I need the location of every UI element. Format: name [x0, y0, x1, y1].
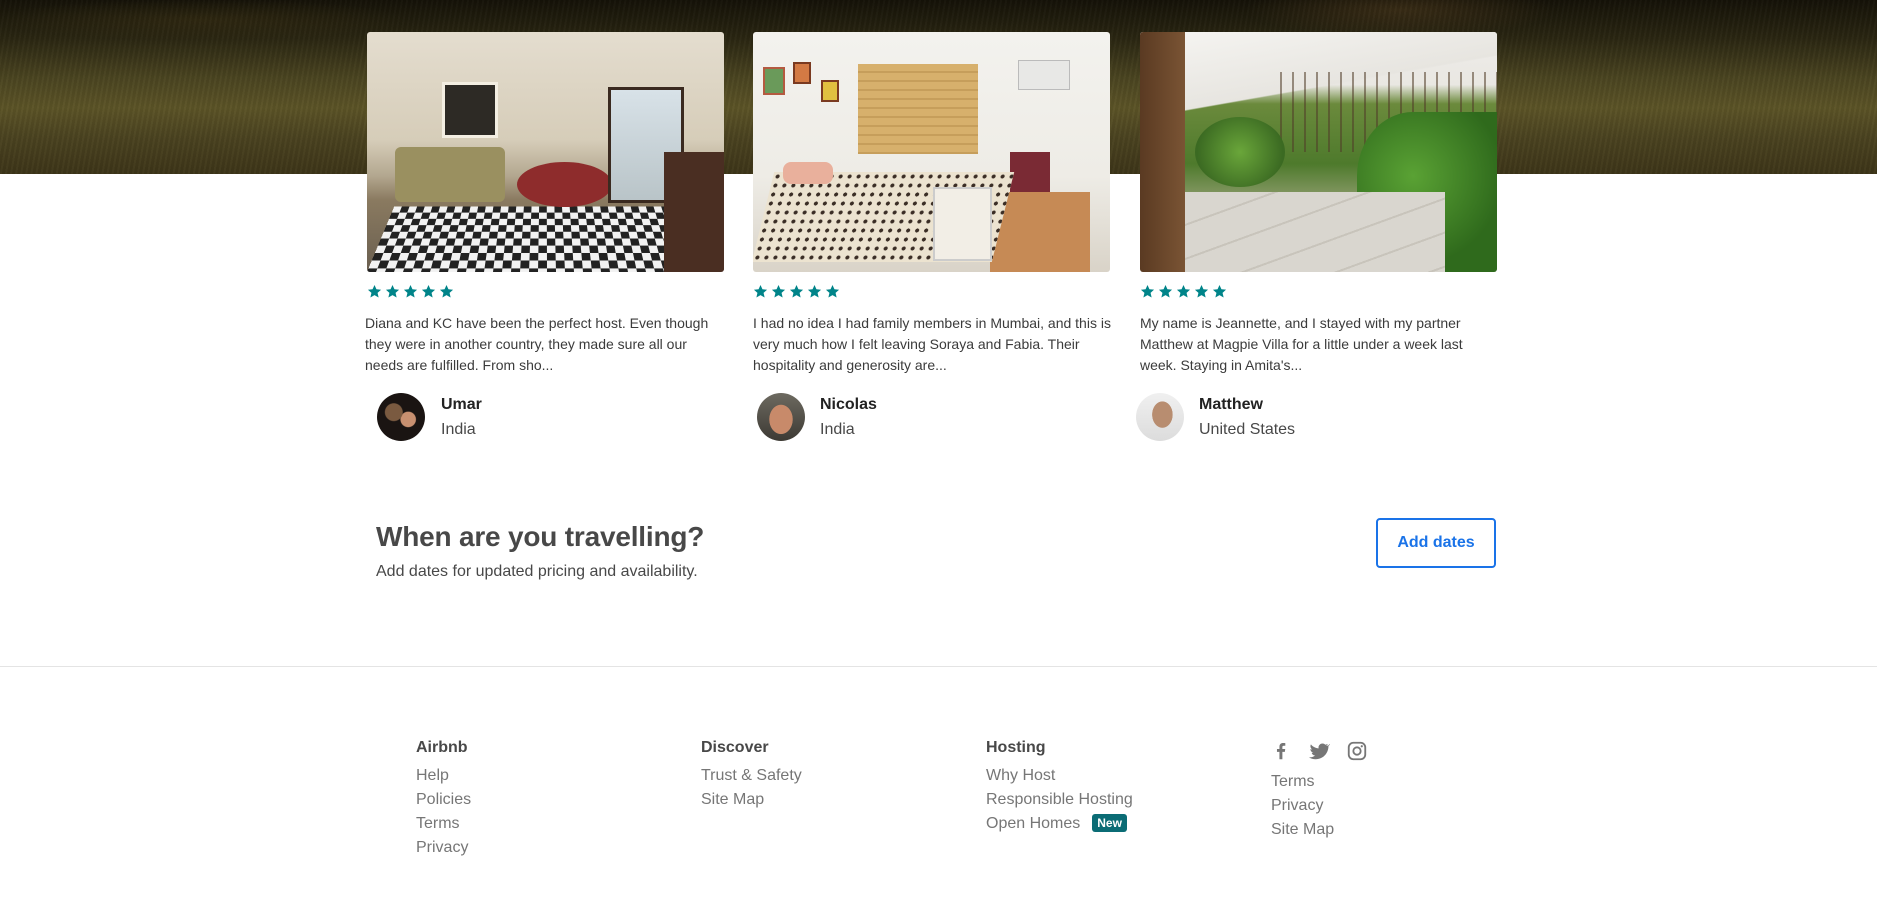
footer-link-why-host[interactable]: Why Host [986, 766, 1133, 786]
star-rating [753, 284, 840, 299]
footer-link-trust-safety[interactable]: Trust & Safety [701, 766, 802, 786]
footer-column-discover: Discover Trust & Safety Site Map [701, 738, 802, 814]
listing-photo[interactable] [1140, 32, 1497, 272]
footer-link-terms[interactable]: Terms [1271, 772, 1334, 792]
reviewer[interactable]: Matthew United States [1136, 393, 1295, 441]
star-icon [789, 284, 804, 298]
footer-link-responsible-hosting[interactable]: Responsible Hosting [986, 790, 1133, 810]
reviewer[interactable]: Nicolas India [757, 393, 877, 441]
review-card [1140, 32, 1497, 272]
new-badge: New [1092, 814, 1127, 832]
reviewer-name: Matthew [1199, 395, 1263, 413]
star-rating [367, 284, 454, 299]
footer-link-open-homes[interactable]: Open Homes New [986, 814, 1133, 834]
avatar[interactable] [1136, 393, 1184, 441]
reviewer[interactable]: Umar India [377, 393, 482, 441]
footer-link-site-map[interactable]: Site Map [701, 790, 802, 810]
footer-heading: Discover [701, 739, 769, 756]
footer-heading: Hosting [986, 739, 1046, 756]
star-icon [403, 284, 418, 298]
reviewer-name: Nicolas [820, 395, 877, 413]
footer-link-open-homes-label: Open Homes [986, 815, 1081, 832]
star-icon [807, 284, 822, 298]
footer-column-hosting: Hosting Why Host Responsible Hosting Ope… [986, 738, 1133, 838]
footer-link-terms[interactable]: Terms [416, 814, 471, 834]
footer-divider [0, 666, 1877, 667]
avatar[interactable] [377, 393, 425, 441]
reviewer-country: United States [1199, 420, 1296, 438]
listing-photo[interactable] [753, 32, 1110, 272]
star-icon [1194, 284, 1209, 298]
review-text: I had no idea I had family members in Mu… [753, 315, 1111, 373]
star-icon [1158, 284, 1173, 298]
footer-link-privacy[interactable]: Privacy [1271, 796, 1334, 816]
footer-heading: Airbnb [416, 739, 468, 756]
star-icon [385, 284, 400, 298]
avatar[interactable] [757, 393, 805, 441]
star-icon [439, 284, 454, 298]
reviewer-country: India [441, 420, 476, 438]
twitter-icon[interactable] [1308, 740, 1330, 762]
footer-link-policies[interactable]: Policies [416, 790, 471, 810]
star-icon [1176, 284, 1191, 298]
reviewer-name: Umar [441, 395, 482, 413]
star-icon [753, 284, 768, 298]
travel-heading: When are you travelling? [376, 521, 705, 552]
travel-subtitle: Add dates for updated pricing and availa… [376, 563, 698, 580]
review-card [367, 32, 724, 272]
star-icon [421, 284, 436, 298]
footer-column-legal: Terms Privacy Site Map [1271, 772, 1334, 844]
add-dates-button[interactable]: Add dates [1376, 518, 1496, 568]
review-text: Diana and KC have been the perfect host.… [365, 315, 709, 373]
star-icon [1212, 284, 1227, 298]
facebook-icon[interactable] [1270, 740, 1292, 762]
star-icon [825, 284, 840, 298]
review-text: My name is Jeannette, and I stayed with … [1140, 315, 1463, 373]
footer-link-site-map[interactable]: Site Map [1271, 820, 1334, 840]
star-icon [1140, 284, 1155, 298]
reviewer-country: India [820, 420, 855, 438]
star-rating [1140, 284, 1227, 299]
star-icon [771, 284, 786, 298]
social-links [1270, 740, 1368, 762]
footer-link-help[interactable]: Help [416, 766, 471, 786]
star-icon [367, 284, 382, 298]
footer-link-privacy[interactable]: Privacy [416, 838, 471, 858]
review-card [753, 32, 1110, 272]
listing-photo[interactable] [367, 32, 724, 272]
footer-column-airbnb: Airbnb Help Policies Terms Privacy [416, 738, 471, 862]
instagram-icon[interactable] [1346, 740, 1368, 762]
